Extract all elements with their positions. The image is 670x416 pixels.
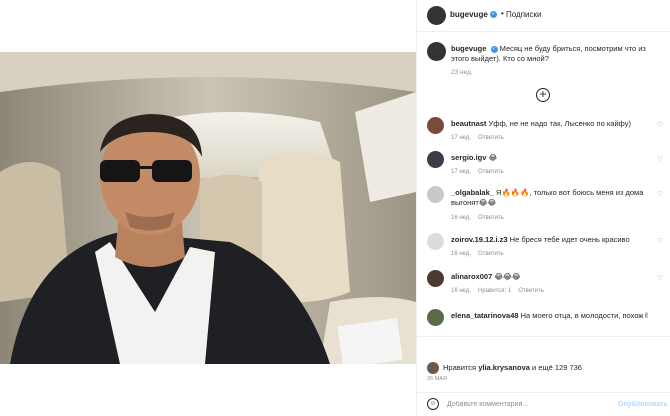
reply-button[interactable]: Ответить (478, 135, 504, 141)
comment-time[interactable]: 16 нед. (451, 251, 471, 257)
comment-text-block: elena_tatarinova48 На моего отца, в моло… (451, 311, 651, 321)
comment-text: На моего отца, в молодости, похож✌ (520, 311, 650, 320)
comment-meta: 17 нед. Ответить (451, 135, 511, 141)
comment-like-heart-icon[interactable]: ♡ (657, 237, 663, 245)
comment-meta: 17 нед. Ответить (451, 169, 511, 175)
comment-username[interactable]: beautnast (451, 119, 486, 128)
commenter-avatar[interactable] (427, 186, 444, 203)
comment-text-block: _olgabalak_ Я🔥🔥🔥, только вот боюсь меня … (451, 188, 651, 208)
reply-button[interactable]: Ответить (518, 288, 544, 294)
comment-text: 😂 (488, 153, 498, 162)
comment-time[interactable]: 16 нед. (451, 288, 471, 294)
comment-like-heart-icon[interactable]: ♡ (657, 155, 663, 163)
instagram-post: bugevuge ✓ • Подписки bugevuge ✓ Месяц не… (0, 0, 670, 416)
following-button[interactable]: Подписки (506, 10, 541, 19)
commenter-avatar[interactable] (427, 117, 444, 134)
commenter-avatar[interactable] (427, 151, 444, 168)
caption-author-username[interactable]: bugevuge (451, 44, 486, 53)
comment-like-heart-icon[interactable]: ♡ (657, 121, 663, 129)
author-username-text[interactable]: bugevuge (450, 10, 488, 19)
comment-time[interactable]: 16 нед. (451, 215, 471, 221)
comment-meta: 16 нед. Ответить (451, 215, 511, 221)
likes-count[interactable]: и ещё 129 736 (532, 363, 582, 372)
comment-text-block: beautnast Уфф, не не надо так, Лысенко п… (451, 119, 651, 129)
caption-timestamp[interactable]: 23 нед. (451, 69, 473, 76)
likes-user[interactable]: ylia.krysanova (478, 363, 530, 372)
comment-text-block: alinarox007 😂😂😂 (451, 272, 651, 282)
author-username[interactable]: bugevuge ✓ (450, 10, 497, 19)
commenter-avatar[interactable] (427, 233, 444, 250)
comment-username[interactable]: alinarox007 (451, 272, 492, 281)
reply-button[interactable]: Ответить (478, 251, 504, 257)
liker-avatar[interactable] (427, 362, 439, 374)
add-comment-bar: ☺ Опубликовать (417, 392, 670, 416)
load-more-comments-button[interactable]: + (536, 88, 550, 102)
post-date[interactable]: 26 МАЯ (427, 376, 447, 382)
comment-username[interactable]: zoirov.19.12.i.z3 (451, 235, 508, 244)
comment-likes-count[interactable]: Нравится: 1 (478, 288, 511, 294)
post-actions-bar (417, 336, 670, 374)
comment-username[interactable]: sergio.igv (451, 153, 486, 162)
comment-username[interactable]: _olgabalak_ (451, 188, 494, 197)
post-photo[interactable] (0, 52, 416, 364)
verified-badge-icon: ✓ (489, 11, 497, 19)
author-avatar[interactable] (427, 6, 446, 25)
comment-meta: 16 нед. Ответить (451, 251, 511, 257)
publish-button[interactable]: Опубликовать (618, 401, 668, 408)
likes-prefix: Нравится (443, 363, 477, 372)
post-side-panel: bugevuge ✓ • Подписки bugevuge ✓ Месяц не… (416, 0, 670, 416)
reply-button[interactable]: Ответить (478, 169, 504, 175)
caption-verified-badge-icon: ✓ (490, 45, 498, 53)
comment-text: 😂😂😂 (494, 272, 521, 281)
comment-text-block: zoirov.19.12.i.z3 Не бреся тебе идет оче… (451, 235, 651, 245)
post-header: bugevuge ✓ • Подписки (417, 0, 670, 32)
caption-text-block: bugevuge ✓ Месяц не буду бриться, посмот… (451, 44, 665, 64)
commenter-avatar[interactable] (427, 309, 444, 326)
selfie-image (0, 52, 416, 364)
reply-button[interactable]: Ответить (478, 215, 504, 221)
comment-text: Не бреся тебе идет очень красиво (509, 235, 630, 244)
comment-text: Уфф, не не надо так, Лысенко по кайфу) (488, 119, 631, 128)
comment-like-heart-icon[interactable]: ♡ (657, 190, 663, 198)
comment-input[interactable] (447, 398, 617, 411)
comment-username[interactable]: elena_tatarinova48 (451, 311, 519, 320)
emoji-smile-icon[interactable]: ☺ (427, 398, 439, 410)
likes-summary[interactable]: Нравится ylia.krysanova и ещё 129 736 (443, 363, 582, 372)
comment-meta: 16 нед. Нравится: 1 Ответить (451, 288, 551, 294)
header-separator: • (501, 9, 504, 18)
commenter-avatar[interactable] (427, 270, 444, 287)
comment-time[interactable]: 17 нед. (451, 135, 471, 141)
comment-time[interactable]: 17 нед. (451, 169, 471, 175)
comment-text-block: sergio.igv 😂 (451, 153, 651, 163)
comment-like-heart-icon[interactable]: ♡ (657, 274, 663, 282)
caption-author-avatar[interactable] (427, 42, 446, 61)
